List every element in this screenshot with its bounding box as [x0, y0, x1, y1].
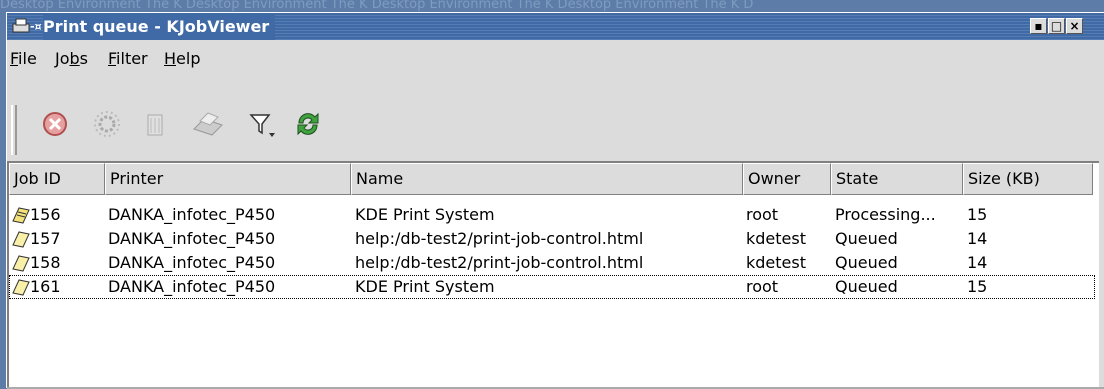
- job-owner: kdetest: [746, 253, 806, 272]
- job-size: 15: [967, 277, 988, 296]
- menu-bar: File Jobs Filter Help: [7, 41, 1104, 75]
- job-printer: DANKA_infotec_P450: [108, 253, 276, 272]
- job-id: 157: [30, 229, 61, 248]
- job-state: Queued: [835, 277, 898, 296]
- job-state: Queued: [835, 253, 898, 272]
- minimize-icon: ▪: [1034, 19, 1043, 33]
- maximize-icon: □: [1050, 19, 1063, 33]
- window-title: Print queue - KJobViewer: [43, 13, 276, 40]
- table-row[interactable]: 161 DANKA_infotec_P450 KDE Print System …: [9, 275, 1095, 299]
- job-state: Processing...: [835, 205, 936, 224]
- job-printer: DANKA_infotec_P450: [108, 229, 276, 248]
- job-name: KDE Print System: [355, 205, 495, 224]
- job-name: KDE Print System: [355, 277, 495, 296]
- job-id: 156: [30, 205, 61, 224]
- remove-job-button[interactable]: [137, 109, 173, 149]
- menu-file[interactable]: File: [10, 49, 37, 68]
- column-header-size[interactable]: Size (KB): [963, 163, 1093, 195]
- table-row[interactable]: 157 DANKA_infotec_P450 help:/db-test2/pr…: [9, 227, 1095, 251]
- minimize-button[interactable]: ▪: [1030, 18, 1047, 34]
- hold-job-button[interactable]: [89, 109, 125, 149]
- table-row[interactable]: 156 DANKA_infotec_P450 KDE Print System …: [9, 203, 1095, 227]
- title-bar[interactable]: -¤ Print queue - KJobViewer ▪ □ ×: [7, 13, 1104, 40]
- maximize-button[interactable]: □: [1048, 18, 1065, 34]
- job-owner: root: [746, 277, 779, 296]
- trash-icon: [147, 114, 163, 136]
- kjobviewer-window: -¤ Print queue - KJobViewer ▪ □ × File J…: [6, 12, 1104, 389]
- svg-text:-¤: -¤: [30, 20, 41, 33]
- refresh-icon: [297, 112, 319, 136]
- column-header-state[interactable]: State: [831, 163, 963, 195]
- job-name: help:/db-test2/print-job-control.html: [355, 253, 644, 272]
- filter-button[interactable]: [244, 109, 280, 149]
- column-header-job-id[interactable]: Job ID: [9, 163, 105, 195]
- column-header-name[interactable]: Name: [351, 163, 743, 195]
- table-row[interactable]: 158 DANKA_infotec_P450 help:/db-test2/pr…: [9, 251, 1095, 275]
- job-list[interactable]: Job ID Printer Name Owner State Size (KB…: [7, 161, 1099, 389]
- hold-job-icon: [94, 111, 120, 137]
- job-printer: DANKA_infotec_P450: [108, 277, 276, 296]
- job-name: help:/db-test2/print-job-control.html: [355, 229, 644, 248]
- column-header-owner[interactable]: Owner: [743, 163, 831, 195]
- job-id: 158: [30, 253, 61, 272]
- move-job-button[interactable]: [190, 109, 226, 149]
- menu-filter[interactable]: Filter: [108, 49, 148, 68]
- job-id: 161: [30, 277, 61, 296]
- toolbar-handle[interactable]: [11, 105, 17, 155]
- cancel-job-button[interactable]: [37, 109, 73, 149]
- job-size: 15: [967, 205, 988, 224]
- menu-help[interactable]: Help: [164, 49, 200, 68]
- refresh-button[interactable]: [290, 109, 326, 149]
- job-state: Queued: [835, 229, 898, 248]
- column-header-printer[interactable]: Printer: [105, 163, 351, 195]
- job-owner: kdetest: [746, 229, 806, 248]
- printer-icon: [193, 112, 223, 136]
- close-icon: ×: [1069, 19, 1080, 33]
- job-printer: DANKA_infotec_P450: [108, 205, 276, 224]
- job-owner: root: [746, 205, 779, 224]
- queued-job-icon: [12, 231, 30, 248]
- processing-job-icon: [12, 207, 30, 224]
- job-size: 14: [967, 253, 988, 272]
- desktop-background: Desktop Environment The K Desktop Enviro…: [0, 0, 1104, 12]
- queued-job-icon: [12, 255, 30, 272]
- close-button[interactable]: ×: [1066, 18, 1083, 34]
- printer-app-icon[interactable]: -¤: [11, 16, 42, 36]
- menu-jobs[interactable]: Jobs: [55, 49, 88, 68]
- cancel-job-icon: [43, 112, 67, 136]
- queued-job-icon: [12, 279, 30, 296]
- job-size: 14: [967, 229, 988, 248]
- filter-icon: [249, 114, 275, 137]
